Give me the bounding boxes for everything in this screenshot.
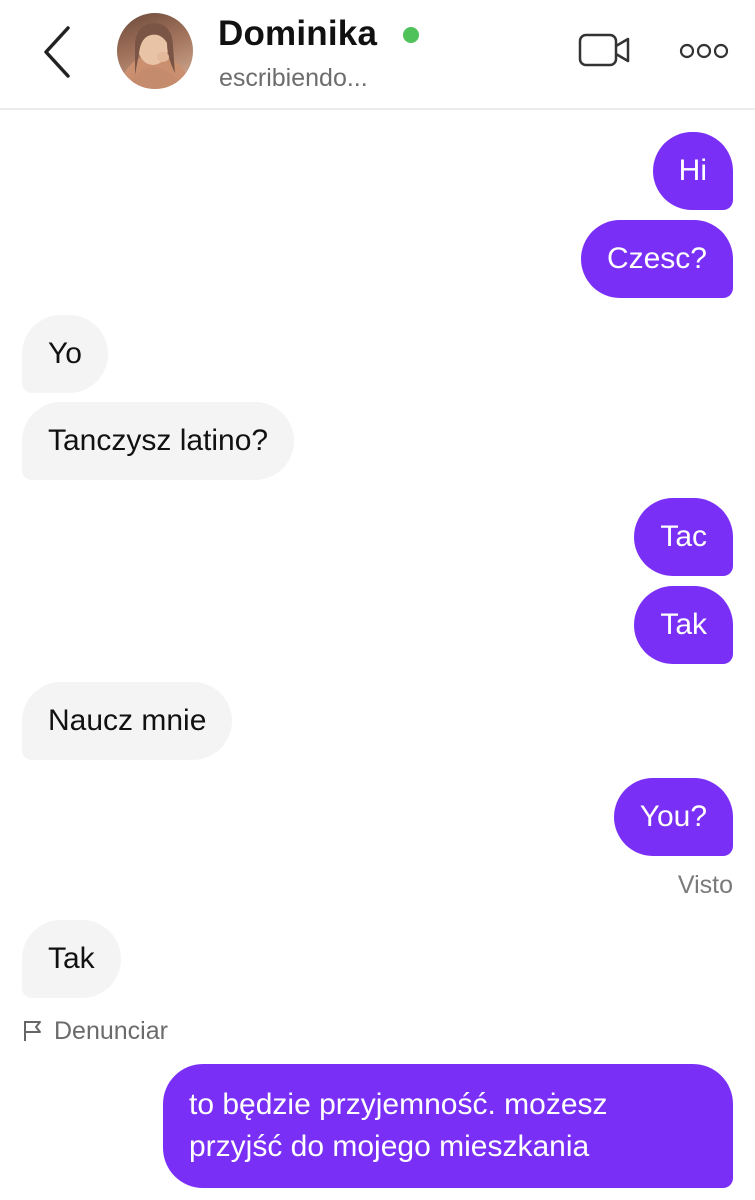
chat-screen: Dominika escribiendo... Hi Czesc? Yo Tan… (0, 0, 755, 1200)
online-indicator (403, 27, 419, 43)
contact-photo (127, 23, 183, 89)
chat-header: Dominika escribiendo... (0, 0, 755, 110)
message-list[interactable]: Hi Czesc? Yo Tanczysz latino? Tac Tak Na… (0, 110, 755, 1200)
more-options-icon (679, 43, 729, 59)
flag-icon (24, 1021, 41, 1041)
message-bubble-incoming[interactable]: Tanczysz latino? (22, 402, 295, 480)
message-bubble-incoming[interactable]: Yo (22, 315, 108, 393)
avatar[interactable] (117, 13, 193, 89)
message-bubble-outgoing[interactable]: Czesc? (580, 220, 733, 298)
message-bubble-outgoing[interactable]: Hi (652, 132, 733, 210)
message-bubble-outgoing[interactable]: Tac (634, 498, 733, 576)
back-arrow-icon (44, 26, 70, 78)
back-button[interactable] (34, 22, 82, 82)
report-button[interactable]: Denunciar (22, 1014, 168, 1048)
message-bubble-outgoing[interactable]: Tak (634, 586, 733, 664)
message-bubble-outgoing[interactable]: to będzie przyjemność. możesz przyjść do… (163, 1064, 733, 1188)
typing-status: escribiendo... (219, 64, 368, 92)
more-options-button[interactable] (678, 38, 730, 64)
contact-name[interactable]: Dominika (218, 14, 377, 54)
message-bubble-incoming[interactable]: Naucz mnie (22, 682, 233, 760)
message-bubble-incoming[interactable]: Tak (22, 920, 121, 998)
video-call-icon (578, 33, 630, 67)
seen-indicator: Visto (677, 871, 733, 899)
report-label: Denunciar (54, 1016, 168, 1045)
video-call-button[interactable] (574, 30, 634, 72)
message-bubble-outgoing[interactable]: You? (613, 778, 733, 856)
